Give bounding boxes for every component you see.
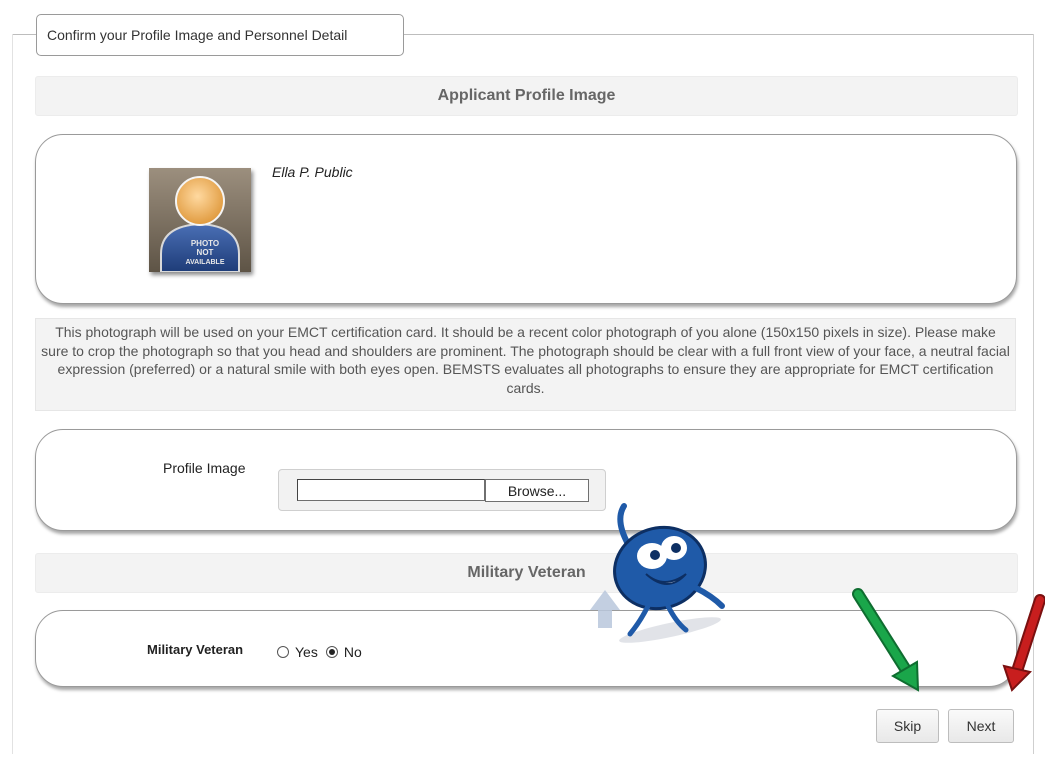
section-header-military-veteran: Military Veteran (35, 553, 1018, 593)
photo-placeholder-icon: PHOTO NOT AVAILABLE (149, 168, 251, 273)
next-button[interactable]: Next (948, 709, 1014, 743)
file-upload-control: Browse... (278, 469, 606, 511)
radio-yes-label[interactable]: Yes (295, 644, 318, 660)
military-veteran-label: Military Veteran (147, 642, 244, 657)
radio-no[interactable] (325, 646, 338, 658)
svg-text:AVAILABLE: AVAILABLE (185, 259, 224, 266)
radio-no-label[interactable]: No (344, 644, 362, 660)
profile-image-panel: PHOTO NOT AVAILABLE Ella P. Public (35, 134, 1017, 304)
svg-text:PHOTO: PHOTO (191, 239, 219, 248)
svg-text:NOT: NOT (197, 248, 214, 257)
skip-button[interactable]: Skip (876, 709, 939, 743)
military-veteran-radio-group: Yes No (277, 644, 370, 660)
profile-upload-panel: Profile Image Browse... (35, 429, 1017, 531)
browse-button[interactable]: Browse... (485, 479, 589, 502)
profile-image-label: Profile Image (163, 460, 246, 476)
fieldset-border (12, 34, 36, 35)
photo-guidelines-note: This photograph will be used on your EMC… (35, 318, 1016, 411)
radio-yes[interactable] (277, 646, 289, 658)
fieldset-legend: Confirm your Profile Image and Personnel… (36, 14, 404, 56)
section-header-profile-image: Applicant Profile Image (35, 76, 1018, 116)
applicant-name: Ella P. Public (272, 164, 353, 180)
file-path-input[interactable] (297, 479, 485, 501)
fieldset-border (1033, 34, 1034, 754)
fieldset-border (12, 34, 13, 754)
avatar: PHOTO NOT AVAILABLE (149, 168, 251, 273)
fieldset-border (404, 34, 1034, 35)
military-veteran-panel: Military Veteran Yes No (35, 610, 1017, 687)
